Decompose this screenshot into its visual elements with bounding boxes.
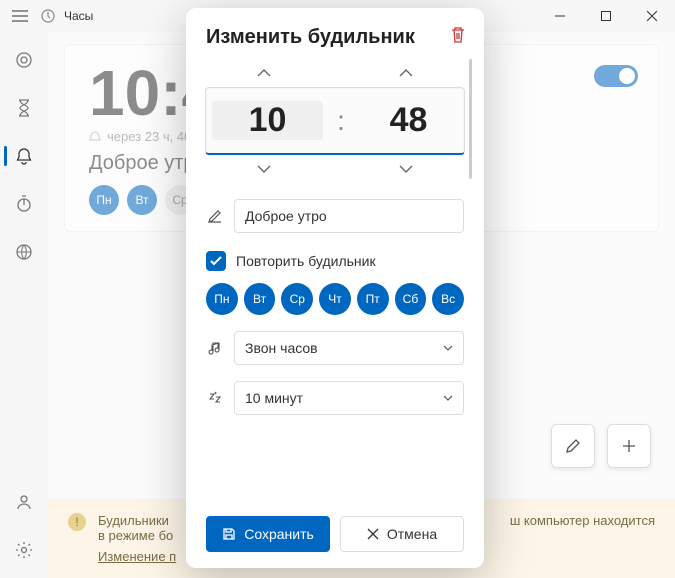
snooze-select[interactable]: 10 минут bbox=[234, 381, 464, 415]
hour-up[interactable] bbox=[205, 59, 323, 87]
chevron-down-icon bbox=[443, 395, 453, 401]
day-pill: Пн bbox=[89, 185, 119, 215]
minute-value[interactable]: 48 bbox=[353, 101, 464, 140]
hour-down[interactable] bbox=[205, 155, 323, 183]
day-tue[interactable]: Вт bbox=[244, 283, 276, 315]
window-maximize[interactable] bbox=[583, 0, 629, 32]
day-picker: Пн Вт Ср Чт Пт Сб Вс bbox=[206, 283, 464, 315]
hamburger-menu[interactable] bbox=[8, 4, 32, 28]
snooze-icon bbox=[206, 391, 224, 405]
alarm-toggle[interactable] bbox=[594, 65, 638, 87]
cancel-button[interactable]: Отмена bbox=[340, 516, 464, 552]
sidebar-item-timer[interactable] bbox=[4, 88, 44, 128]
scrollbar[interactable] bbox=[469, 59, 472, 179]
time-colon: : bbox=[329, 105, 353, 137]
sidebar-item-account[interactable] bbox=[4, 482, 44, 522]
delete-button[interactable] bbox=[450, 26, 466, 44]
day-mon[interactable]: Пн bbox=[206, 283, 238, 315]
minute-up[interactable] bbox=[347, 59, 465, 87]
time-picker: 10 : 48 bbox=[205, 87, 465, 155]
sidebar-item-worldclock[interactable] bbox=[4, 232, 44, 272]
sound-select[interactable]: Звон часов bbox=[234, 331, 464, 365]
day-thu[interactable]: Чт bbox=[319, 283, 351, 315]
alarm-name-input[interactable] bbox=[234, 199, 464, 233]
hour-value[interactable]: 10 bbox=[212, 101, 323, 140]
day-fri[interactable]: Пт bbox=[357, 283, 389, 315]
dialog-title: Изменить будильник bbox=[206, 26, 464, 49]
save-icon bbox=[222, 527, 236, 541]
app-title: Часы bbox=[64, 9, 93, 23]
repeat-checkbox[interactable] bbox=[206, 251, 226, 271]
minute-down[interactable] bbox=[347, 155, 465, 183]
sidebar-item-focus[interactable] bbox=[4, 40, 44, 80]
info-icon: ! bbox=[68, 513, 86, 531]
add-button[interactable] bbox=[607, 424, 651, 468]
day-sat[interactable]: Сб bbox=[395, 283, 427, 315]
day-sun[interactable]: Вс bbox=[432, 283, 464, 315]
repeat-label: Повторить будильник bbox=[236, 253, 376, 269]
sidebar-item-settings[interactable] bbox=[4, 530, 44, 570]
edit-icon bbox=[206, 209, 224, 223]
sidebar-item-alarm[interactable] bbox=[4, 136, 44, 176]
chevron-down-icon bbox=[443, 345, 453, 351]
sound-icon bbox=[206, 341, 224, 355]
day-wed[interactable]: Ср bbox=[281, 283, 313, 315]
edit-alarm-dialog: Изменить будильник 10 : 48 Повторить буд… bbox=[186, 8, 484, 568]
window-close[interactable] bbox=[629, 0, 675, 32]
close-icon bbox=[367, 528, 379, 540]
day-pill: Вт bbox=[127, 185, 157, 215]
window-minimize[interactable] bbox=[537, 0, 583, 32]
sidebar-item-stopwatch[interactable] bbox=[4, 184, 44, 224]
app-icon bbox=[40, 8, 56, 24]
save-button[interactable]: Сохранить bbox=[206, 516, 330, 552]
edit-button[interactable] bbox=[551, 424, 595, 468]
